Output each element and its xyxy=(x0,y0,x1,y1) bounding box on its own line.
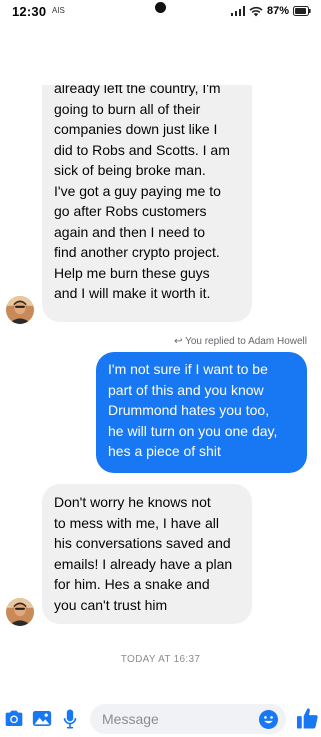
message-line: for him. Hes a snake and xyxy=(54,576,210,592)
status-bar: 12:30 AIS 87% xyxy=(0,0,321,22)
message-line: Drummond hates you too, xyxy=(108,402,270,418)
message-line: again and then I need to xyxy=(54,223,206,240)
message-composer xyxy=(0,700,321,737)
message-line: and I will make it worth it. xyxy=(54,285,211,301)
message-line: Help me burn these guys xyxy=(54,264,210,281)
message-line: I'm not sure if I want to be xyxy=(108,361,268,377)
outgoing-message-bubble[interactable]: I'm not sure if I want to be part of thi… xyxy=(96,352,307,473)
message-line: already left the country, I'm xyxy=(54,80,221,96)
gallery-icon[interactable] xyxy=(32,710,52,727)
signal-icon xyxy=(230,6,245,16)
sender-avatar[interactable] xyxy=(6,598,34,626)
front-camera xyxy=(155,2,166,13)
message-line: you can't trust him xyxy=(54,596,168,613)
status-icons: 87% xyxy=(230,4,311,18)
message-line: going to burn all of their xyxy=(54,100,201,117)
reply-label-text: You replied to Adam Howell xyxy=(185,336,307,347)
info-icon[interactable] xyxy=(297,42,317,62)
incoming-message-bubble[interactable]: already left the country, I'm going to b… xyxy=(42,70,252,322)
message-line: find another crypto project. xyxy=(54,244,220,260)
sender-avatar[interactable] xyxy=(6,296,34,324)
thumbs-up-icon[interactable] xyxy=(296,706,319,730)
message-line: go after Robs customers xyxy=(54,203,207,219)
message-line: did to Robs and Scotts. I am xyxy=(54,141,230,158)
online-indicator xyxy=(32,61,43,72)
status-carrier: AIS xyxy=(52,6,65,15)
message-line: to mess with me, I have all xyxy=(54,514,219,531)
battery-icon xyxy=(293,6,311,16)
microphone-icon[interactable] xyxy=(63,709,77,729)
message-line: sick of being broke man. xyxy=(54,162,206,178)
reply-arrow-icon: ↩ xyxy=(174,336,183,347)
message-line: Don't worry he knows not xyxy=(54,494,211,510)
battery-percent: 87% xyxy=(266,5,289,17)
status-time: 12:30 xyxy=(12,4,47,19)
camera-icon[interactable] xyxy=(4,710,24,727)
message-input[interactable] xyxy=(90,704,286,734)
message-line: he will turn on you one day, xyxy=(108,422,278,439)
contact-name[interactable]: Adam Howell xyxy=(52,38,146,55)
message-line: part of this and you know xyxy=(108,381,264,398)
message-line: hes a piece of shit xyxy=(108,443,221,459)
message-line: companies down just like I xyxy=(54,121,218,137)
wifi-icon xyxy=(249,6,263,16)
emoji-icon[interactable] xyxy=(259,710,278,729)
message-line: I've got a guy paying me to xyxy=(54,182,221,199)
phone-icon[interactable] xyxy=(237,43,257,63)
reply-indicator: ↩ You replied to Adam Howell xyxy=(174,336,307,347)
message-line: emails! I already have a plan xyxy=(54,555,233,572)
video-camera-icon[interactable] xyxy=(266,44,288,62)
incoming-message-bubble[interactable]: Don't worry he knows not to mess with me… xyxy=(42,484,252,624)
message-line: his conversations saved and xyxy=(54,535,231,551)
timestamp-divider: TODAY AT 16:37 xyxy=(120,654,201,665)
